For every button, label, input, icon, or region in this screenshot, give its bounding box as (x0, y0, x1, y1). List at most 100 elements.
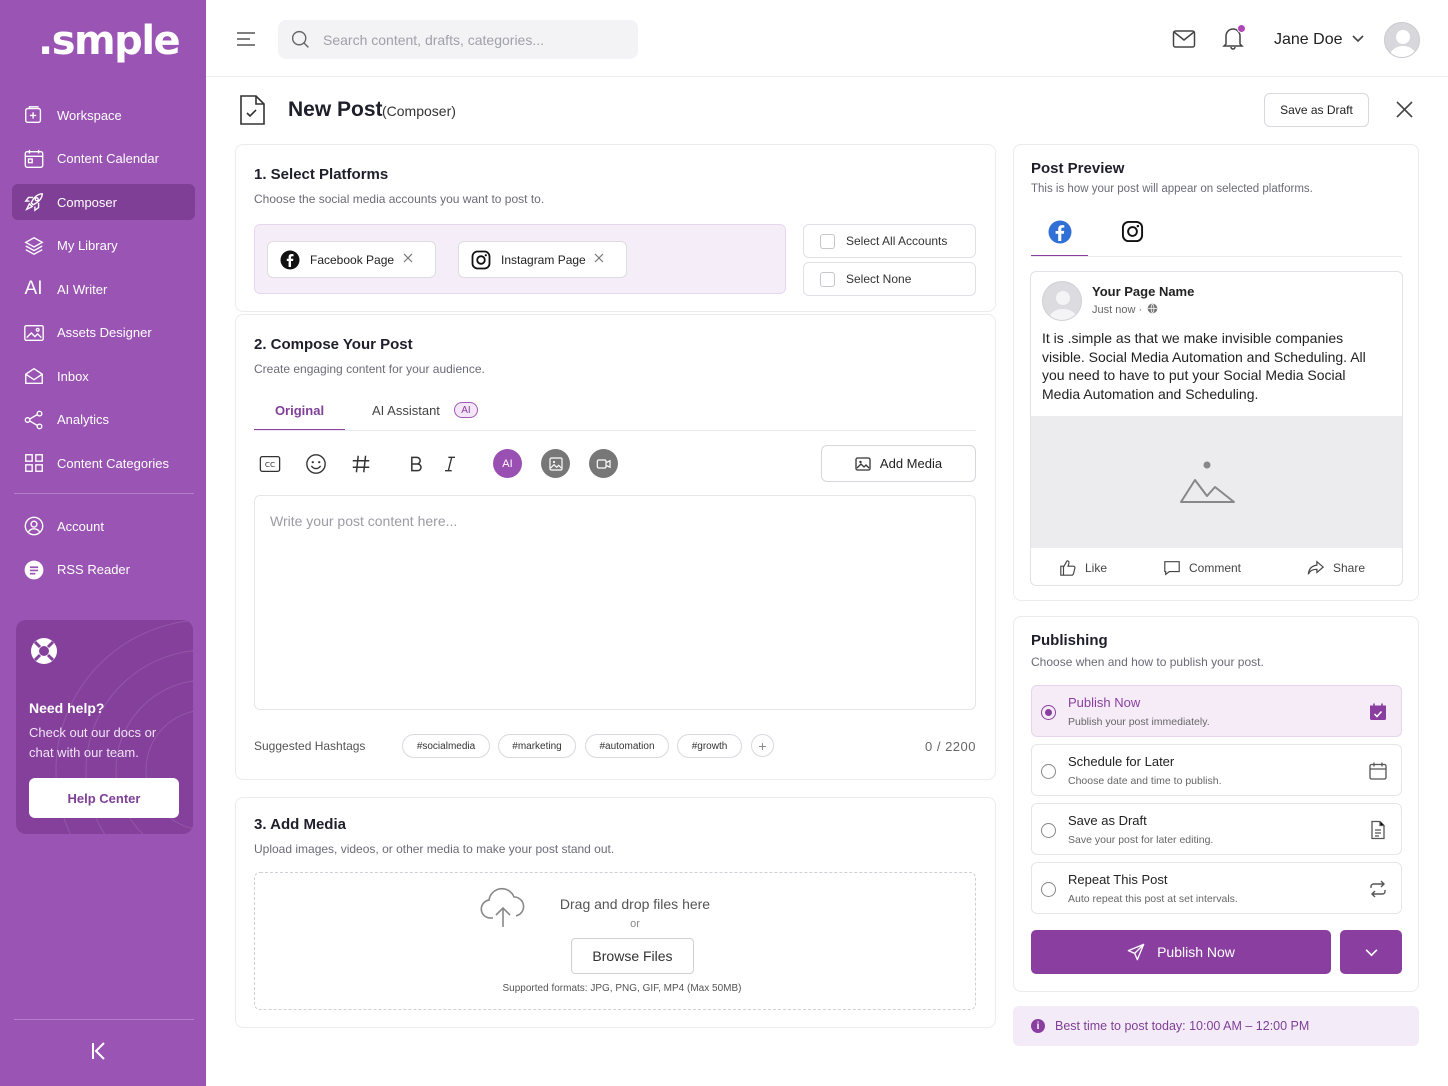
publish-options-dropdown[interactable] (1340, 930, 1402, 974)
user-name[interactable]: Jane Doe (1274, 31, 1343, 49)
option-description: Choose date and time to publish. (1068, 775, 1222, 787)
comment-button[interactable]: Comment (1163, 559, 1241, 577)
bold-icon[interactable] (404, 452, 428, 476)
radio-button[interactable] (1041, 705, 1056, 720)
add-media-label: Add Media (879, 456, 943, 471)
section-subtitle: Choose when and how to publish your post… (1031, 655, 1264, 669)
hashtag-chip[interactable]: #automation (585, 734, 669, 758)
sidebar-item-inbox[interactable]: Inbox (12, 358, 195, 394)
sidebar-item-content-categories[interactable]: Content Categories (12, 445, 195, 481)
like-button[interactable]: Like (1059, 559, 1107, 577)
add-hashtag-button[interactable]: + (751, 734, 774, 757)
close-icon[interactable] (1396, 101, 1413, 118)
brand-logo[interactable]: .smple (38, 18, 181, 64)
platform-chip-instagram[interactable]: Instagram Page (458, 241, 627, 278)
radio-button[interactable] (1041, 764, 1056, 779)
save-as-draft-button[interactable]: Save as Draft (1264, 93, 1369, 127)
option-description: Auto repeat this post at set intervals. (1068, 893, 1238, 905)
browse-files-button[interactable]: Browse Files (571, 938, 694, 974)
rss-icon (22, 559, 45, 581)
notification-dot (1237, 24, 1246, 33)
sidebar-item-label: Composer (57, 194, 117, 210)
sidebar-item-my-library[interactable]: My Library (12, 228, 195, 264)
sidebar-divider (14, 1019, 194, 1020)
sidebar-item-content-calendar[interactable]: Content Calendar (12, 141, 195, 177)
post-time: Just now · (1092, 303, 1158, 316)
video-icon[interactable] (589, 449, 618, 478)
section-subtitle: This is how your post will appear on sel… (1031, 183, 1313, 195)
instagram-icon (1121, 220, 1143, 243)
radio-button[interactable] (1041, 823, 1056, 838)
remove-icon[interactable] (594, 253, 604, 263)
document-edit-icon (240, 95, 265, 125)
sidebar-nav: Workspace Content Calendar Composer My L… (12, 97, 195, 489)
collapse-sidebar-icon[interactable] (88, 1040, 110, 1062)
select-none[interactable]: Select None (803, 262, 976, 296)
suggested-hashtags-label: Suggested Hashtags (254, 739, 366, 753)
ai-generate-button[interactable]: AI (493, 449, 522, 478)
avatar[interactable] (1384, 22, 1420, 58)
hashtag-chip[interactable]: #marketing (498, 734, 576, 758)
share-button[interactable]: Share (1307, 559, 1365, 577)
dropzone-text: Drag and drop files here (559, 896, 711, 912)
preview-tab-instagram[interactable] (1107, 213, 1157, 257)
search-input[interactable] (323, 31, 623, 48)
sidebar-item-label: Content Calendar (57, 151, 159, 166)
add-media-button[interactable]: Add Media (821, 445, 976, 482)
chevron-down-icon[interactable] (1352, 34, 1364, 44)
menu-icon[interactable] (236, 30, 256, 48)
svg-text:CC: CC (265, 460, 275, 469)
option-title: Schedule for Later (1068, 754, 1175, 769)
sidebar-item-analytics[interactable]: Analytics (12, 402, 195, 438)
sidebar-item-composer[interactable]: Composer (12, 184, 195, 220)
checkbox[interactable] (820, 233, 835, 249)
sidebar-item-ai-writer[interactable]: AI AI Writer (12, 271, 195, 307)
selected-platforms: Facebook Page Instagram Page (254, 224, 786, 294)
image-gallery-icon (22, 322, 45, 344)
hashtag-chip[interactable]: #growth (677, 734, 742, 758)
checkbox[interactable] (820, 271, 835, 287)
tab-original[interactable]: Original (254, 398, 345, 431)
sidebar-secondary-nav: Account RSS Reader (12, 508, 195, 595)
italic-icon[interactable] (438, 452, 462, 476)
publish-option-schedule-for-later[interactable]: Schedule for Later Choose date and time … (1031, 744, 1402, 796)
preview-tab-facebook[interactable] (1031, 213, 1088, 257)
publish-now-button[interactable]: Publish Now (1031, 930, 1331, 974)
chip-label: Instagram Page (501, 252, 586, 267)
select-all-accounts[interactable]: Select All Accounts (803, 224, 976, 258)
post-content-editor[interactable] (254, 495, 976, 710)
publish-option-publish-now[interactable]: Publish Now Publish your post immediatel… (1031, 685, 1402, 737)
emoji-icon[interactable] (304, 452, 328, 476)
search-icon (291, 30, 309, 48)
send-icon (1127, 943, 1145, 961)
sidebar-item-label: Analytics (57, 412, 110, 427)
chip-label: Facebook Page (310, 252, 395, 267)
sidebar-item-label: AI Writer (57, 281, 108, 297)
sidebar-item-label: Workspace (57, 107, 122, 123)
sidebar-item-workspace[interactable]: Workspace (12, 97, 195, 133)
page-name: Your Page Name (1092, 284, 1195, 299)
page-subtitle: (Composer) (382, 103, 456, 119)
best-time-text: Best time to post today: 10:00 AM – 12:0… (1055, 1019, 1310, 1033)
help-center-button[interactable]: Help Center (29, 778, 179, 818)
section-title: 1. Select Platforms (254, 166, 389, 183)
remove-icon[interactable] (403, 253, 413, 263)
mail-icon[interactable] (1172, 28, 1196, 50)
media-dropzone[interactable]: Drag and drop files here or Browse Files… (254, 872, 976, 1010)
sidebar-item-account[interactable]: Account (12, 508, 195, 544)
comment-icon (1164, 560, 1180, 575)
sidebar-item-rss-reader[interactable]: RSS Reader (12, 552, 195, 588)
sidebar-item-assets-designer[interactable]: Assets Designer (12, 315, 195, 351)
platform-chip-facebook[interactable]: Facebook Page (267, 241, 436, 278)
hashtag-icon[interactable] (349, 452, 373, 476)
document-icon (1371, 820, 1385, 840)
captions-icon[interactable]: CC (258, 452, 282, 476)
inbox-icon (22, 365, 45, 387)
hashtag-chip[interactable]: #socialmedia (402, 734, 490, 758)
image-placeholder (1031, 416, 1402, 548)
radio-button[interactable] (1041, 882, 1056, 897)
publish-option-repeat[interactable]: Repeat This Post Auto repeat this post a… (1031, 862, 1402, 914)
tab-ai-assistant[interactable]: AI Assistant (372, 403, 440, 418)
image-icon[interactable] (541, 449, 570, 478)
publish-option-save-as-draft[interactable]: Save as Draft Save your post for later e… (1031, 803, 1402, 855)
